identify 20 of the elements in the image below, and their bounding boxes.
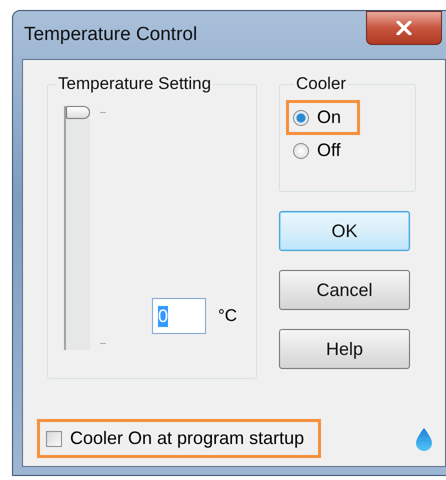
dialog-button[interactable]: Cancel: [279, 270, 410, 310]
close-button[interactable]: [366, 11, 442, 45]
group-title: Cooler: [295, 74, 348, 94]
startup-checkbox[interactable]: Cooler On at program startup: [46, 428, 304, 449]
group-title: Temperature Setting: [57, 74, 212, 94]
radio-button[interactable]: [293, 110, 309, 126]
window-title: Temperature Control: [23, 24, 198, 46]
tick-mark: [100, 343, 106, 344]
radio-option[interactable]: On: [289, 105, 342, 130]
checkbox[interactable]: [46, 430, 62, 446]
close-icon: [396, 21, 412, 35]
tick-mark: [100, 112, 106, 113]
unit-label: °C: [218, 306, 238, 326]
slider-thumb[interactable]: [66, 106, 90, 119]
radio-option[interactable]: Off: [289, 138, 341, 163]
dialog-button[interactable]: OK: [279, 211, 410, 251]
dialog-button[interactable]: Help: [279, 329, 410, 369]
radio-button[interactable]: [293, 142, 309, 158]
slider-track[interactable]: [64, 106, 90, 350]
water-drop-icon: [415, 426, 433, 450]
